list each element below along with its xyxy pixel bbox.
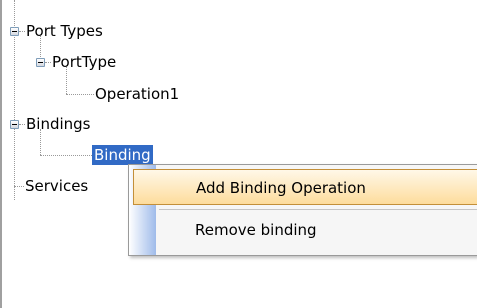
remove-binding-menu-item[interactable]: Remove binding [159,213,477,247]
tree-node-port-types[interactable]: Port Types [26,21,103,41]
collapse-bindings-icon[interactable] [10,120,19,129]
binding-context-menu: Add Binding Operation Remove binding [128,164,477,256]
tree-line-bindings [19,124,25,125]
tree-line-services [14,186,24,187]
tree-node-binding[interactable]: Binding [92,145,153,165]
tree-node-porttype[interactable]: PortType [52,52,116,72]
tree-node-operation1[interactable]: Operation1 [95,84,179,104]
collapse-port-types-icon[interactable] [10,27,19,36]
tree-line-port-types [19,31,25,32]
menu-separator [159,209,477,210]
wsdl-tree: Port Types PortType Operation1 Bindings … [0,0,477,308]
tree-line-operation1-h [66,94,94,95]
tree-line-binding-h [40,155,92,156]
collapse-porttype-icon[interactable] [36,58,45,67]
tree-node-services[interactable]: Services [25,176,88,196]
tree-node-bindings[interactable]: Bindings [26,114,91,134]
add-binding-operation-menu-item[interactable]: Add Binding Operation [133,169,477,205]
tree-line-porttype-h [45,62,51,63]
